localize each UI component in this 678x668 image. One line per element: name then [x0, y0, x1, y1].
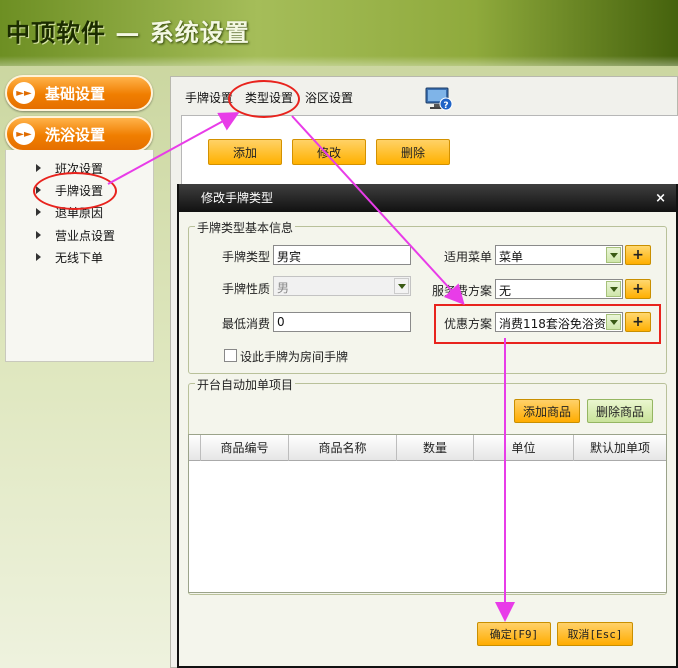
card-type-label: 手牌类型 — [222, 250, 271, 264]
menu-select[interactable]: 菜单 — [495, 245, 623, 265]
menu-value: 菜单 — [499, 250, 524, 264]
column-header[interactable]: 默认加单项 — [574, 435, 666, 461]
nav-item-business-points[interactable]: 营业点设置 — [36, 226, 115, 244]
nav-button-label: 基础设置 — [45, 84, 106, 103]
forward-icon: ►► — [13, 82, 35, 104]
row-selector-header — [189, 435, 201, 461]
monitor-help-icon[interactable]: ? — [425, 87, 453, 111]
delete-button[interactable]: 删除 — [376, 139, 450, 165]
chevron-down-icon — [606, 247, 621, 263]
add-button[interactable]: 添加 — [208, 139, 282, 165]
nav-button-bath-settings[interactable]: ►► 洗浴设置 — [5, 116, 153, 152]
card-type-input[interactable]: 男宾 — [273, 245, 411, 265]
nav-item-label: 无线下单 — [55, 250, 104, 265]
svg-text:?: ? — [443, 101, 448, 111]
tab-card-settings[interactable]: 手牌设置 — [185, 89, 233, 106]
annotation-circle-type-tab — [228, 80, 300, 118]
triangle-right-icon — [36, 253, 41, 261]
min-spend-input[interactable]: 0 — [273, 312, 411, 332]
tab-bath-area-settings[interactable]: 浴区设置 — [305, 89, 353, 106]
service-fee-value: 无 — [499, 284, 512, 298]
annotation-circle-card-settings — [33, 172, 117, 210]
confirm-button[interactable]: 确定[F9] — [477, 622, 551, 646]
nav-button-basic-settings[interactable]: ►► 基础设置 — [5, 75, 153, 111]
chevron-down-icon — [394, 278, 409, 294]
add-goods-button[interactable]: 添加商品 — [514, 399, 580, 423]
min-spend-label: 最低消费 — [222, 317, 271, 331]
room-card-checkbox[interactable] — [224, 349, 237, 362]
app-title: 中顶软件 — 系统设置 — [6, 13, 250, 48]
column-header[interactable]: 商品名称 — [289, 435, 397, 461]
menu-label: 适用菜单 — [444, 250, 493, 264]
close-icon[interactable]: × — [655, 191, 666, 206]
cancel-button[interactable]: 取消[Esc] — [557, 622, 633, 646]
room-card-label: 设此手牌为房间手牌 — [240, 350, 349, 364]
group-title: 手牌类型基本信息 — [195, 219, 296, 236]
annotation-box-discount — [434, 304, 661, 344]
chevron-down-icon — [606, 281, 621, 297]
nav-button-label: 洗浴设置 — [45, 125, 106, 144]
column-header[interactable]: 数量 — [397, 435, 474, 461]
dialog-title: 修改手牌类型 — [201, 191, 274, 205]
nav-item-wireless-order[interactable]: 无线下单 — [36, 248, 103, 266]
auto-order-table[interactable]: 商品编号 商品名称 数量 单位 默认加单项 — [188, 434, 667, 593]
add-menu-button[interactable]: + — [625, 245, 651, 265]
delete-goods-button[interactable]: 删除商品 — [587, 399, 653, 423]
forward-icon: ►► — [13, 123, 35, 145]
app-brand: 中顶软件 — [6, 18, 106, 47]
card-nature-value: 男 — [277, 281, 290, 295]
table-header: 商品编号 商品名称 数量 单位 默认加单项 — [189, 435, 666, 461]
nav-item-label: 营业点设置 — [55, 228, 116, 243]
service-fee-select[interactable]: 无 — [495, 279, 623, 299]
column-header[interactable]: 商品编号 — [201, 435, 289, 461]
app-header: 中顶软件 — 系统设置 — [0, 0, 678, 66]
card-nature-label: 手牌性质 — [222, 282, 271, 296]
add-service-fee-button[interactable]: + — [625, 279, 651, 299]
group-title: 开台自动加单项目 — [195, 376, 296, 393]
app-page-title: — 系统设置 — [106, 18, 250, 47]
service-fee-label: 服务费方案 — [432, 284, 493, 298]
triangle-right-icon — [36, 208, 41, 216]
card-nature-select[interactable]: 男 — [273, 276, 411, 296]
edit-button[interactable]: 修改 — [292, 139, 366, 165]
column-header[interactable]: 单位 — [474, 435, 574, 461]
triangle-right-icon — [36, 231, 41, 239]
dialog-titlebar: 修改手牌类型 — [179, 184, 676, 212]
triangle-right-icon — [36, 164, 41, 172]
